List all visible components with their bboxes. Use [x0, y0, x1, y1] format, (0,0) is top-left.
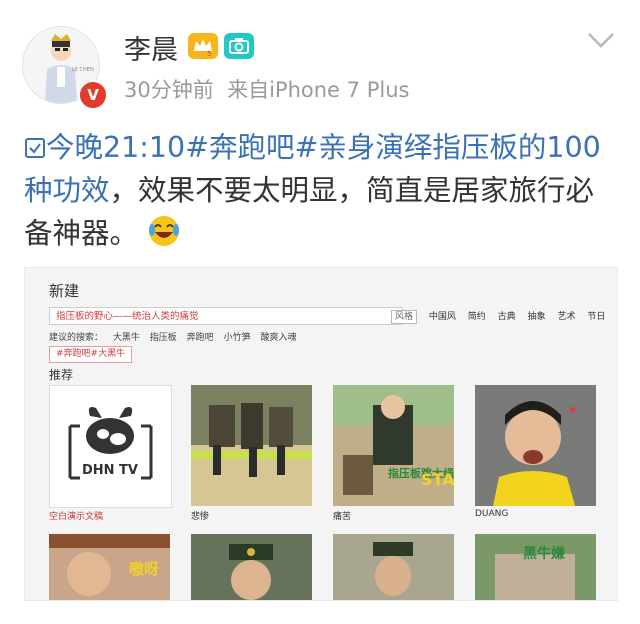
post-text: 今晚21:10#奔跑吧#亲身演绎指压板的100种功效，效果不要太明显，简直是居家…	[24, 126, 620, 255]
crown-icon[interactable]: 5	[188, 33, 218, 59]
laughing-crying-emoji-icon	[149, 216, 180, 246]
filter-item[interactable]: 风格	[391, 310, 418, 324]
filter-item[interactable]: 简约	[468, 312, 486, 322]
tile-label: 空白演示文稿	[49, 512, 104, 522]
template-tile-blank[interactable]: DHN TV	[49, 385, 172, 508]
suggestion-link[interactable]: 小竹笋	[224, 333, 251, 343]
post-body-text: ，效果不要太明显，简直是居家旅行必备神器。	[24, 174, 595, 250]
post-source[interactable]: 来自iPhone 7 Plus	[227, 78, 409, 102]
suggestion-link[interactable]: 大黑牛	[113, 333, 140, 343]
tile-label: 痛苦	[333, 512, 352, 522]
svg-text:LE CHEN: LE CHEN	[72, 67, 94, 73]
svg-text:✶: ✶	[567, 403, 579, 419]
filter-item[interactable]: 中国风	[429, 312, 456, 322]
embedded-screenshot[interactable]: 新建 指压板的野心——统治人类的痛觉 ⌕ 风格 中国风 简约 古典 抽象 艺术 …	[24, 267, 618, 601]
tile-label: 悲惨	[191, 512, 210, 522]
post-time: 30分钟前	[124, 78, 214, 102]
checkbox-icon	[25, 138, 45, 158]
template-tile-image[interactable]	[333, 534, 454, 600]
suggestion-link[interactable]: 指压板	[150, 333, 177, 343]
verified-badge: V	[78, 80, 108, 110]
tag-chip[interactable]: #奔跑吧#大黑牛	[49, 346, 133, 363]
template-tile-image[interactable]: 嗷呀	[49, 534, 170, 600]
filter-item[interactable]: 古典	[498, 312, 516, 322]
style-filter-bar: 风格 中国风 简约 古典 抽象 艺术 节日	[391, 309, 614, 324]
filter-item[interactable]: 艺术	[557, 312, 575, 322]
chevron-down-icon[interactable]	[586, 30, 616, 50]
svg-text:黑牛嫌: 黑牛嫌	[523, 545, 565, 562]
template-tile-image[interactable]: 指压板跳大绳 第一回合 STA	[333, 385, 454, 506]
template-tile-image[interactable]	[191, 385, 312, 506]
suggestion-link[interactable]: 酸爽入魂	[260, 333, 296, 343]
section-label: 推荐	[49, 368, 74, 382]
cow-logo-icon: DHN TV	[68, 407, 153, 480]
search-input[interactable]: 指压板的野心——统治人类的痛觉 ⌕	[49, 307, 403, 325]
post-meta: 30分钟前 来自iPhone 7 Plus	[124, 74, 409, 104]
filter-item[interactable]: 抽象	[528, 312, 546, 322]
embed-title: 新建	[49, 282, 80, 300]
svg-text:5: 5	[207, 50, 211, 58]
camera-icon[interactable]	[224, 33, 254, 59]
svg-text:DHN TV: DHN TV	[82, 463, 138, 478]
template-tile-image[interactable]: 黑牛嫌	[475, 534, 596, 600]
suggest-label: 建议的搜索：	[49, 333, 104, 343]
suggested-searches: 建议的搜索： 大黑牛 指压板 奔跑吧 小竹笋 酸爽入魂	[49, 330, 303, 343]
tile-label: DUANG	[475, 509, 509, 519]
template-tile-image[interactable]: ✶	[475, 385, 596, 506]
username[interactable]: 李晨	[124, 28, 178, 67]
filter-item[interactable]: 节日	[587, 312, 605, 322]
post-header: LE CHEN V 李晨 5 30分钟前 来自iPhone 7 Plus	[0, 0, 640, 120]
template-tile-image[interactable]	[191, 534, 312, 600]
svg-text:STA: STA	[421, 470, 454, 489]
svg-text:嗷呀: 嗷呀	[129, 560, 159, 578]
suggestion-link[interactable]: 奔跑吧	[187, 333, 214, 343]
